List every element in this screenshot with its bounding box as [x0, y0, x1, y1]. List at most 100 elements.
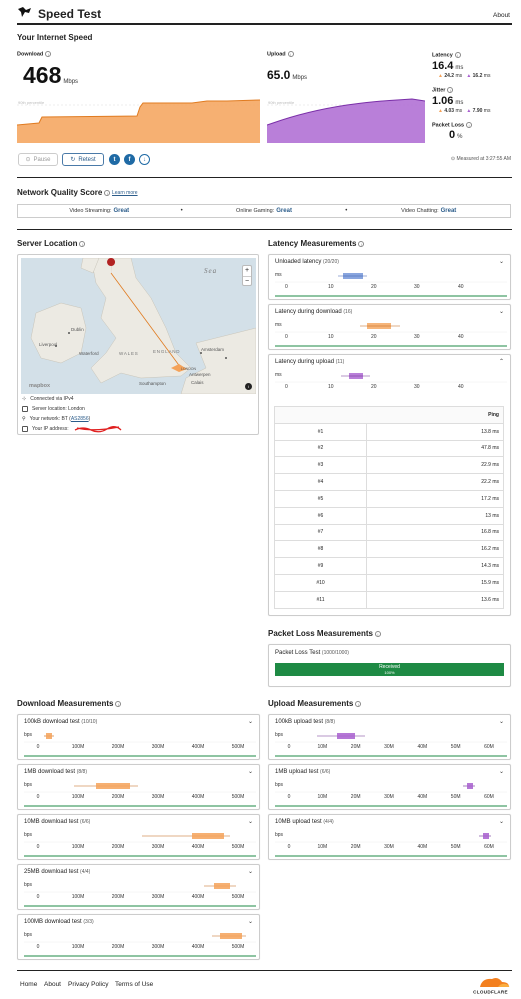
- chevron-down-icon[interactable]: ⌄: [248, 868, 253, 875]
- info-icon[interactable]: i: [374, 630, 381, 637]
- footer-home-link[interactable]: Home: [20, 981, 37, 988]
- card-title: 1MB upload test (6/6): [275, 769, 331, 775]
- section-title-packet: Packet Loss Measurements i: [268, 629, 381, 638]
- latency-card-unloaded[interactable]: Unloaded latency (20/20) ⌄ ms 0 10 20 30…: [268, 254, 511, 300]
- download_meas-card-0[interactable]: 100kB download test (10/10) ⌄ bps 0 100M 2…: [17, 714, 260, 760]
- tick-label: 500M: [232, 744, 245, 750]
- tick-label: 100M: [72, 944, 85, 950]
- speed-boxplot: bps 0 10M 20M 30M 40M 50M 60M: [275, 782, 507, 807]
- chevron-down-icon[interactable]: ⌄: [248, 768, 253, 775]
- pause-button[interactable]: ⊙ Pause: [18, 153, 58, 166]
- info-icon[interactable]: i: [454, 52, 461, 58]
- svg-text:bps: bps: [24, 732, 33, 738]
- tick-label: 100M: [72, 744, 85, 750]
- upload-value: 65.0 Mbps: [267, 68, 308, 82]
- zoom-out-button[interactable]: −: [243, 277, 251, 287]
- info-icon[interactable]: i: [466, 122, 473, 128]
- table-row: #2 47.8 ms: [274, 439, 504, 458]
- chevron-down-icon[interactable]: ⌄: [499, 818, 504, 825]
- zoom-in-button[interactable]: +: [243, 266, 251, 277]
- measured-time: ⊙ Measured at 3:27:55 AM: [450, 156, 511, 162]
- tick-label: 30M: [384, 794, 394, 800]
- chevron-down-icon[interactable]: ⌄: [499, 308, 504, 315]
- speed-boxplot: bps 0 100M 200M 300M 400M 500M: [24, 782, 256, 807]
- info-icon[interactable]: i: [447, 87, 454, 93]
- svg-text:Sea: Sea: [204, 267, 217, 275]
- building-icon: [22, 406, 28, 412]
- as-link[interactable]: AS2856: [71, 416, 89, 422]
- chevron-down-icon[interactable]: ⌄: [248, 718, 253, 725]
- chevron-down-icon[interactable]: ⌄: [499, 258, 504, 265]
- section-title-server: Server Location i: [17, 239, 86, 248]
- table-row: #11 13.6 ms: [274, 590, 504, 609]
- tick-label: 40M: [417, 744, 427, 750]
- svg-text:10: 10: [328, 384, 334, 390]
- network-line: ⚲ Your network: BT (AS2856): [22, 416, 91, 422]
- nq-video-chatting: Video Chatting: Great: [401, 208, 457, 214]
- info-icon[interactable]: i: [104, 189, 111, 196]
- chevron-down-icon[interactable]: ⌄: [248, 818, 253, 825]
- upload_meas-card-1[interactable]: 1MB upload test (6/6) ⌄ bps 0 10M 20M 30M 40…: [268, 764, 511, 810]
- network-quality-box: Video Streaming: Great • Online Gaming: Gr…: [17, 204, 511, 218]
- footer-about-link[interactable]: About: [44, 981, 61, 988]
- tick-label: 100M: [72, 894, 85, 900]
- download_meas-card-4[interactable]: 100MB download test (3/3) ⌄ bps 0 100M 200…: [17, 914, 260, 960]
- tick-label: 500M: [232, 844, 245, 850]
- tick-label: 40M: [417, 844, 427, 850]
- tick-label: 10M: [317, 844, 327, 850]
- jitter-value: 1.06 ms: [432, 95, 464, 107]
- about-link[interactable]: About: [493, 12, 510, 19]
- svg-text:bps: bps: [275, 782, 284, 788]
- svg-text:30: 30: [414, 334, 420, 340]
- info-icon[interactable]: i: [287, 51, 294, 57]
- info-icon[interactable]: i: [355, 700, 362, 707]
- card-title: 25MB download test (4/4): [24, 869, 91, 875]
- info-icon[interactable]: i: [45, 51, 52, 57]
- chevron-down-icon[interactable]: ⌄: [499, 768, 504, 775]
- card-title: 1MB download test (8/8): [24, 769, 87, 775]
- svg-text:mapbox: mapbox: [29, 383, 51, 389]
- svg-text:LONDON: LONDON: [181, 367, 196, 371]
- download-value: 468 Mbps: [23, 62, 79, 88]
- upload_meas-card-2[interactable]: 10MB upload test (4/4) ⌄ bps 0 10M 20M 30M 4…: [268, 814, 511, 860]
- map-attribution-icon[interactable]: i: [245, 383, 252, 390]
- speed-boxplot: bps 0 100M 200M 300M 400M 500M: [24, 932, 256, 957]
- card-title: Latency during upload (11): [275, 359, 345, 365]
- footer-terms-link[interactable]: Terms of Use: [115, 981, 153, 988]
- footer-divider: [17, 970, 512, 971]
- chevron-down-icon[interactable]: ⌄: [248, 918, 253, 925]
- info-icon[interactable]: i: [115, 700, 122, 707]
- tick-label: 60M: [484, 844, 494, 850]
- tick-label: 50M: [451, 744, 461, 750]
- latency-card-download[interactable]: Latency during download (16) ⌄ ms 0 10 2…: [268, 304, 511, 350]
- chevron-up-icon[interactable]: ⌃: [499, 358, 504, 365]
- retest-button[interactable]: ↻ Retest: [62, 153, 104, 166]
- download_meas-card-2[interactable]: 10MB download test (6/6) ⌄ bps 0 100M 200M…: [17, 814, 260, 860]
- svg-text:ms: ms: [275, 372, 282, 378]
- chevron-down-icon[interactable]: ⌄: [499, 718, 504, 725]
- learn-more-link[interactable]: Learn more: [112, 190, 138, 196]
- tick-label: 0: [288, 794, 291, 800]
- latency-value: 16.4 ms: [432, 60, 464, 72]
- svg-text:bps: bps: [275, 732, 284, 738]
- twitter-share-icon[interactable]: t: [109, 154, 120, 165]
- facebook-share-icon[interactable]: f: [124, 154, 135, 165]
- footer-privacy-link[interactable]: Privacy Policy: [68, 981, 108, 988]
- tick-label: 400M: [192, 744, 205, 750]
- info-icon[interactable]: i: [358, 240, 365, 247]
- download-results-icon[interactable]: ↓: [139, 154, 150, 165]
- info-icon[interactable]: i: [79, 240, 86, 247]
- tick-label: 300M: [152, 744, 165, 750]
- latency-boxplot: ms 0 10 20 30 40: [275, 322, 507, 347]
- network-icon: ⊹: [22, 396, 27, 402]
- table-row: #10 15.9 ms: [274, 573, 504, 592]
- app-title: Speed Test: [38, 7, 102, 21]
- server-map[interactable]: Sea Dublin Liverpool Waterford WALES ENG…: [21, 258, 256, 394]
- download_meas-card-3[interactable]: 25MB download test (4/4) ⌄ bps 0 100M 200M…: [17, 864, 260, 910]
- svg-text:10: 10: [328, 284, 334, 290]
- download_meas-card-1[interactable]: 1MB download test (8/8) ⌄ bps 0 100M 200M 3…: [17, 764, 260, 810]
- latency-boxplot: ms 0 10 20 30 40: [275, 272, 507, 297]
- tick-label: 0: [37, 944, 40, 950]
- tick-label: 300M: [152, 794, 165, 800]
- upload_meas-card-0[interactable]: 100kB upload test (8/8) ⌄ bps 0 10M 20M 30M…: [268, 714, 511, 760]
